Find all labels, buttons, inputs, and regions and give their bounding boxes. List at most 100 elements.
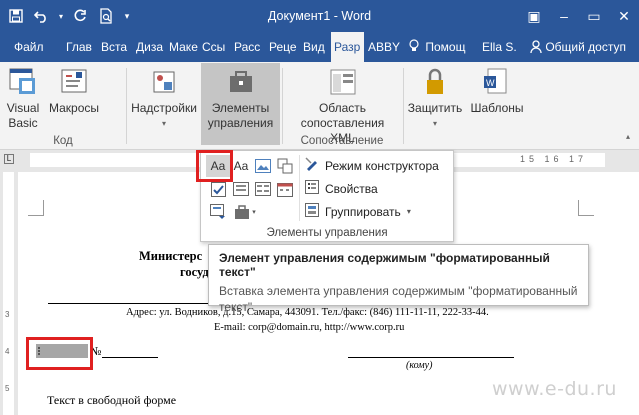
protect-button[interactable]: Защитить ▾	[406, 66, 464, 131]
controls-icon	[225, 66, 257, 98]
tooltip: Элемент управления содержимым "форматиро…	[208, 244, 589, 314]
building-block-control-icon[interactable]	[275, 156, 295, 176]
heading-line-2: госуд	[180, 265, 209, 279]
tab-insert[interactable]: Вста	[98, 32, 132, 62]
visual-basic-label: Visual Basic	[6, 101, 40, 130]
ribbon-tabs: Файл Глав Вста Диза Маке Ссы Расс Реце В…	[0, 32, 639, 62]
properties-button[interactable]: Свойства	[305, 180, 378, 197]
group-separator	[126, 68, 127, 144]
group-icon	[305, 203, 319, 220]
heading-line-1: Министерс	[139, 249, 203, 263]
minimize-button[interactable]: –	[549, 0, 579, 32]
controls-button[interactable]: Элементы управления	[201, 63, 280, 145]
tooltip-title: Элемент управления содержимым "форматиро…	[219, 251, 550, 279]
ruler-numbers: 15 16 17	[520, 154, 588, 164]
restore-button[interactable]: ▭	[579, 0, 609, 32]
email-line: E-mail: corp@domain.ru, http://www.corp.…	[214, 322, 405, 333]
macros-button[interactable]: Макросы	[45, 66, 103, 116]
user-name[interactable]: Ella S.	[482, 32, 517, 62]
group-chevron-icon: ▾	[406, 207, 411, 216]
lock-icon	[419, 66, 451, 98]
crop-mark	[578, 200, 594, 216]
tab-references[interactable]: Ссы	[199, 32, 230, 62]
macros-label: Макросы	[48, 101, 100, 115]
tab-layout[interactable]: Маке	[166, 32, 198, 62]
protect-label: Защитить	[407, 101, 463, 115]
design-mode-icon	[305, 157, 319, 174]
to-whom-label: (кому)	[406, 360, 433, 371]
templates-icon: W	[481, 66, 513, 98]
date-picker-control-icon[interactable]	[275, 179, 295, 199]
tab-developer[interactable]: Разр	[331, 32, 364, 62]
tab-mailings[interactable]: Расс	[231, 32, 265, 62]
collapse-ribbon-icon[interactable]: ▴	[626, 132, 630, 141]
tell-me-label: Помощ	[425, 40, 466, 54]
lightbulb-icon	[408, 32, 422, 62]
share-button[interactable]: Общий доступ	[530, 32, 626, 62]
dropdown-group-label: Элементы управления	[266, 227, 388, 239]
tab-file[interactable]: Файл	[11, 32, 45, 62]
design-mode-button[interactable]: Режим конструктора	[305, 157, 439, 174]
free-text-line[interactable]: Текст в свободной форме	[47, 393, 176, 408]
vertical-ruler-area	[3, 172, 14, 415]
highlight-content-control	[26, 337, 93, 370]
group-code-label: Код	[53, 135, 73, 147]
legacy-tools-icon[interactable]: ▾	[231, 202, 259, 222]
tab-view[interactable]: Вид	[300, 32, 330, 62]
tab-abbyy[interactable]: ABBY	[365, 32, 401, 62]
legacy-tools-chevron-icon: ▾	[252, 209, 256, 216]
tooltip-description: Вставка элемента управления содержимым "…	[219, 284, 578, 314]
share-label: Общий доступ	[545, 40, 626, 54]
ribbon-options-icon[interactable]: ▣	[519, 0, 549, 32]
vruler-number: 5	[5, 384, 10, 393]
addins-chevron-icon: ▾	[161, 119, 166, 128]
group-mapping-label: Сопоставление	[300, 135, 384, 147]
number-underline	[102, 357, 158, 358]
group-separator	[403, 68, 404, 144]
addins-icon	[148, 66, 180, 98]
visual-basic-icon	[7, 66, 39, 98]
dropdown-list-control-icon[interactable]	[253, 179, 273, 199]
ribbon: Visual Basic Макросы Код Надстройки ▾ Эл…	[0, 62, 639, 150]
crop-mark	[28, 200, 44, 216]
dropdown-divider	[299, 155, 300, 221]
vruler-number: 3	[5, 310, 10, 319]
plain-text-control-button[interactable]: Aa	[231, 156, 251, 176]
watermark: www.e-du.ru	[492, 378, 617, 400]
group-button[interactable]: Группировать ▾	[305, 203, 411, 220]
person-icon	[530, 40, 545, 54]
tell-me-box[interactable]: Помощ	[408, 32, 465, 62]
group-separator	[282, 68, 283, 144]
recipient-underline	[348, 357, 514, 358]
tab-design[interactable]: Диза	[133, 32, 167, 62]
addins-label: Надстройки	[131, 101, 197, 115]
addins-button[interactable]: Надстройки ▾	[130, 66, 198, 131]
close-button[interactable]: ✕	[609, 0, 639, 32]
group-label: Группировать	[325, 204, 401, 219]
controls-dropdown: Aa Aa ▾ Режим конструктора Свойства Груп…	[200, 150, 454, 242]
macros-icon	[58, 66, 90, 98]
window-controls: ▣ – ▭ ✕	[519, 0, 639, 32]
tab-selector-icon[interactable]: L	[4, 154, 14, 164]
templates-label: Шаблоны	[470, 101, 524, 115]
svg-text:W: W	[486, 78, 495, 88]
design-mode-label: Режим конструктора	[325, 158, 439, 173]
repeating-section-control-icon[interactable]	[208, 202, 228, 222]
xml-mapping-icon	[327, 66, 359, 98]
properties-icon	[305, 180, 319, 197]
title-bar: ▾ ▾ Документ1 - Word ▣ – ▭ ✕	[0, 0, 639, 32]
picture-control-icon[interactable]	[253, 156, 273, 176]
vruler-number: 4	[5, 347, 10, 356]
combo-box-control-icon[interactable]	[231, 179, 251, 199]
visual-basic-button[interactable]: Visual Basic	[4, 66, 42, 131]
properties-label: Свойства	[325, 181, 378, 196]
tab-home[interactable]: Глав	[63, 32, 96, 62]
tab-review[interactable]: Реце	[266, 32, 300, 62]
protect-chevron-icon: ▾	[432, 119, 437, 128]
checkbox-control-icon[interactable]	[208, 179, 228, 199]
templates-button[interactable]: W Шаблоны	[467, 66, 527, 116]
xml-mapping-button[interactable]: Область сопоставления XML	[285, 66, 400, 146]
divider-line	[48, 303, 208, 304]
vertical-ruler: 3 4 5	[0, 172, 16, 415]
controls-label: Элементы управления	[207, 101, 274, 130]
